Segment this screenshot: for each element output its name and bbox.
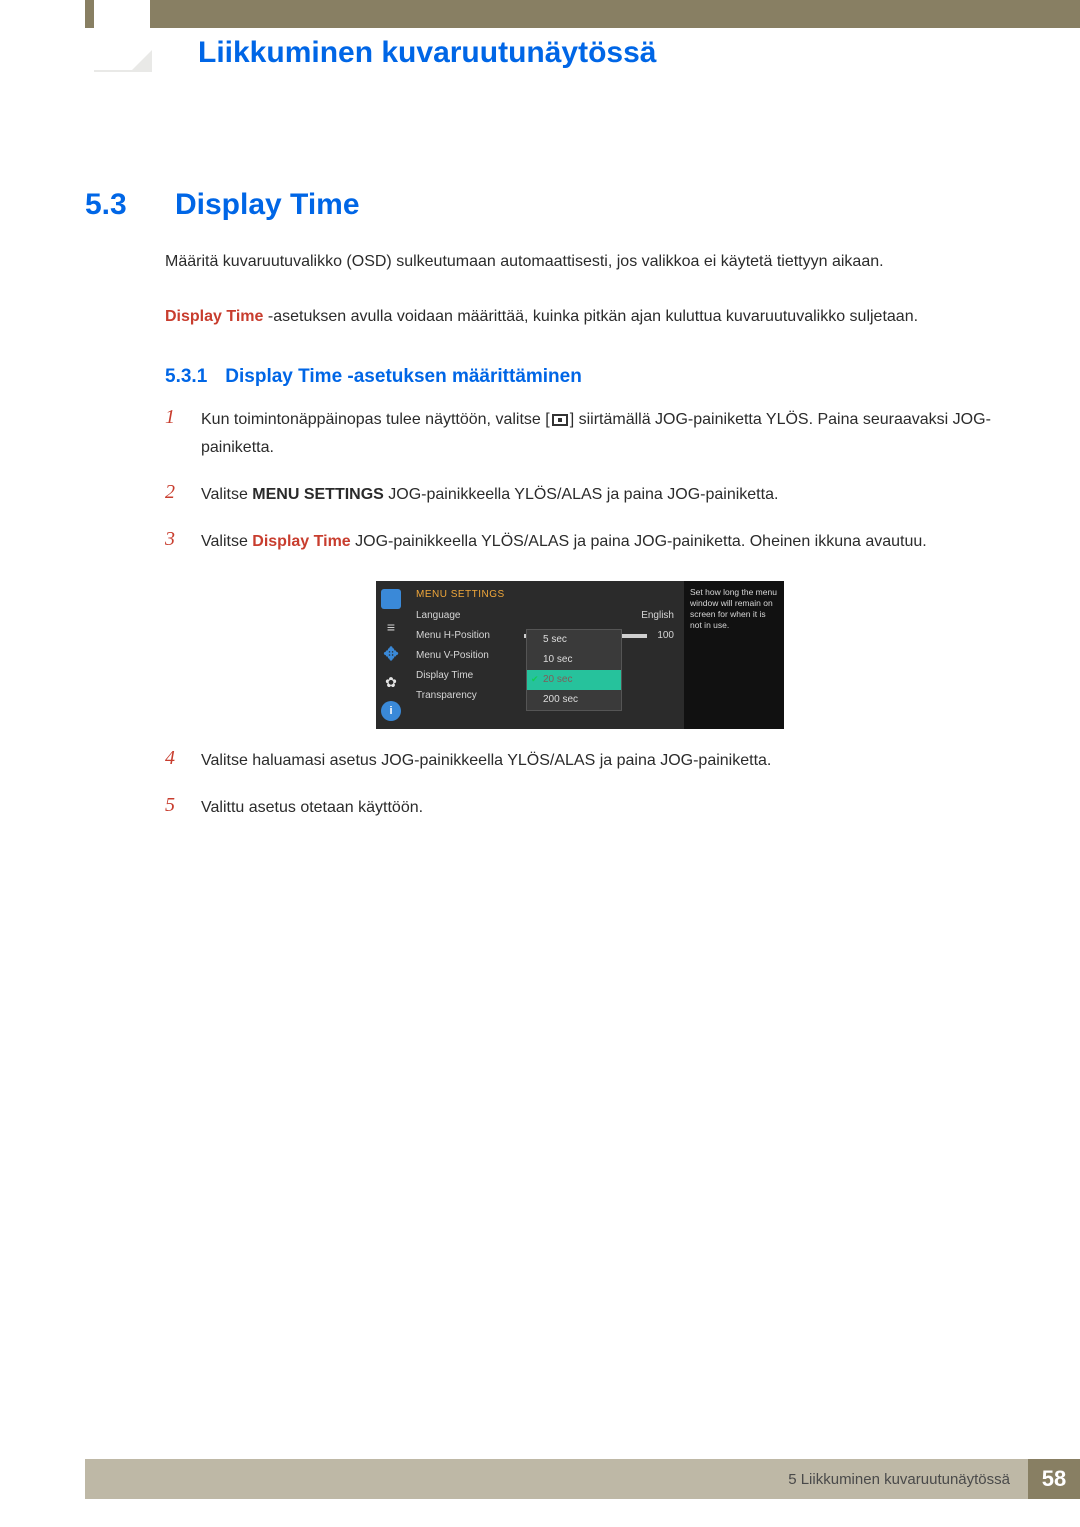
step-3-pre: Valitse (201, 533, 252, 550)
osd-label: Transparency (416, 690, 514, 701)
osd-option[interactable]: 5 sec (527, 630, 621, 650)
osd-label: Display Time (416, 670, 514, 681)
content-area: 5.3 Display Time Määritä kuvaruutuvalikk… (85, 188, 995, 822)
step-number: 1 (165, 406, 183, 464)
step-2-bold: MENU SETTINGS (252, 486, 384, 503)
section-title: Display Time (175, 188, 360, 222)
osd-main-panel: MENU SETTINGS Language English Menu H-Po… (406, 581, 684, 729)
section-number: 5.3 (85, 188, 149, 222)
step-text: Valittu asetus otetaan käyttöön. (201, 794, 995, 823)
osd-option-selected[interactable]: 20 sec (527, 670, 621, 690)
osd-option-popup: 5 sec 10 sec 20 sec 200 sec (526, 629, 622, 711)
step-number: 4 (165, 747, 183, 776)
step-2: 2 Valitse MENU SETTINGS JOG-painikkeella… (165, 481, 995, 510)
intro-rest: -asetuksen avulla voidaan määrittää, kui… (263, 308, 918, 325)
monitor-icon (381, 589, 401, 609)
osd-option[interactable]: 200 sec (527, 690, 621, 710)
step-1-pre: Kun toimintonäppäinopas tulee näyttöön, … (201, 411, 550, 428)
subsection-title: Display Time -asetuksen määrittäminen (225, 366, 582, 388)
step-number: 2 (165, 481, 183, 510)
osd-window: ≡ ✥ ✿ i MENU SETTINGS Language English M… (376, 581, 784, 729)
step-text: Valitse Display Time JOG-painikkeella YL… (201, 528, 995, 557)
chapter-title: Liikkuminen kuvaruutunäytössä (198, 36, 656, 70)
osd-label: Language (416, 610, 514, 621)
move-icon: ✥ (381, 645, 401, 665)
header-band (85, 0, 1080, 28)
menu-icon (552, 414, 568, 426)
intro-paragraph-2: Display Time -asetuksen avulla voidaan m… (165, 303, 995, 332)
step-number: 3 (165, 528, 183, 557)
step-2-pre: Valitse (201, 486, 252, 503)
intro-highlight: Display Time (165, 308, 263, 325)
step-3-boldred: Display Time (252, 533, 350, 550)
osd-value: English (641, 610, 674, 621)
page-footer: 5 Liikkuminen kuvaruutunäytössä 58 (85, 1459, 1080, 1499)
footer-chapter-line: 5 Liikkuminen kuvaruutunäytössä (85, 1459, 1028, 1499)
osd-figure: ≡ ✥ ✿ i MENU SETTINGS Language English M… (165, 581, 995, 729)
osd-label: Menu V-Position (416, 650, 514, 661)
intro-paragraph-1: Määritä kuvaruutuvalikko (OSD) sulkeutum… (165, 248, 995, 277)
step-3: 3 Valitse Display Time JOG-painikkeella … (165, 528, 995, 557)
osd-label: Menu H-Position (416, 630, 514, 641)
step-4: 4 Valitse haluamasi asetus JOG-painikkee… (165, 747, 995, 776)
section-heading: 5.3 Display Time (85, 188, 995, 222)
step-text: Valitse MENU SETTINGS JOG-painikkeella Y… (201, 481, 995, 510)
list-icon: ≡ (381, 617, 401, 637)
osd-value: 100 (657, 630, 674, 641)
osd-option[interactable]: 10 sec (527, 650, 621, 670)
info-icon: i (381, 701, 401, 721)
footer-page-number: 58 (1028, 1459, 1080, 1499)
step-2-post: JOG-painikkeella YLÖS/ALAS ja paina JOG-… (384, 486, 779, 503)
step-5: 5 Valittu asetus otetaan käyttöön. (165, 794, 995, 823)
osd-row-language: Language English (416, 606, 674, 626)
step-1: 1 Kun toimintonäppäinopas tulee näyttöön… (165, 406, 995, 464)
step-3-post: JOG-painikkeella YLÖS/ALAS ja paina JOG-… (351, 533, 927, 550)
subsection-number: 5.3.1 (165, 366, 207, 388)
gear-icon: ✿ (381, 673, 401, 693)
step-text: Kun toimintonäppäinopas tulee näyttöön, … (201, 406, 995, 464)
subsection-heading: 5.3.1 Display Time -asetuksen määrittämi… (165, 366, 995, 388)
osd-sidebar: ≡ ✥ ✿ i (376, 581, 406, 729)
osd-heading: MENU SETTINGS (416, 589, 674, 600)
step-number: 5 (165, 794, 183, 823)
osd-tooltip: Set how long the menu window will remain… (684, 581, 784, 729)
step-text: Valitse haluamasi asetus JOG-painikkeell… (201, 747, 995, 776)
chapter-tab (94, 0, 150, 72)
